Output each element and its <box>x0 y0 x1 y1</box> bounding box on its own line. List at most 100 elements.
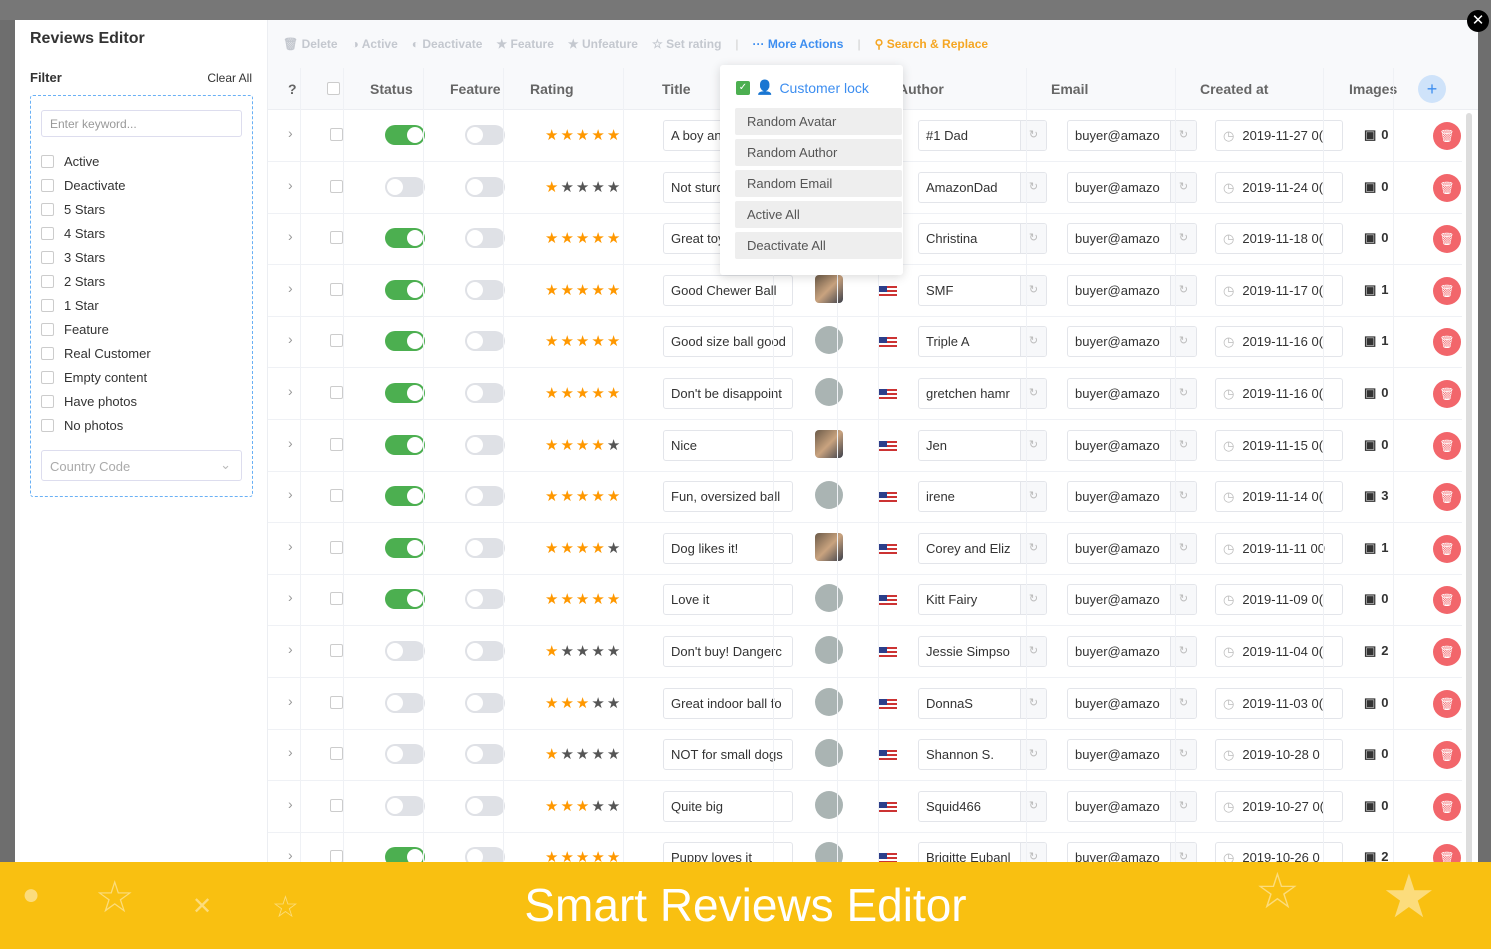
star-icon[interactable]: ★ <box>545 643 560 660</box>
rating-stars[interactable]: ★★★★★ <box>545 126 622 144</box>
refresh-icon[interactable]: ↻ <box>1020 430 1046 460</box>
checkbox-checked-icon[interactable]: ✓ <box>736 80 750 95</box>
avatar[interactable] <box>815 790 843 819</box>
checkbox[interactable] <box>41 275 54 288</box>
row-checkbox[interactable] <box>330 592 343 606</box>
expand-chevron-icon[interactable]: › <box>288 796 293 812</box>
star-icon[interactable]: ★ <box>607 127 622 144</box>
filter-option[interactable]: Active <box>41 154 99 169</box>
email-input[interactable]: buyer@amazo ↻ <box>1067 223 1197 255</box>
refresh-icon[interactable]: ↻ <box>1170 791 1196 821</box>
refresh-icon[interactable]: ↻ <box>1020 585 1046 615</box>
star-icon[interactable]: ★ <box>591 488 606 505</box>
set-rating-button[interactable]: ☆ Set rating <box>652 37 721 51</box>
checkbox[interactable] <box>41 347 54 360</box>
feature-toggle[interactable] <box>465 589 505 610</box>
clear-all-button[interactable]: Clear All <box>207 71 252 85</box>
scrollbar[interactable] <box>1466 113 1472 883</box>
delete-row-button[interactable]: 🗑 <box>1433 689 1461 718</box>
rating-stars[interactable]: ★★★★★ <box>545 384 622 402</box>
status-toggle[interactable] <box>385 692 425 713</box>
star-icon[interactable]: ★ <box>560 385 575 402</box>
feature-toggle[interactable] <box>465 537 505 558</box>
rating-stars[interactable]: ★★★★★ <box>545 745 622 763</box>
feature-toggle[interactable] <box>465 795 505 816</box>
author-input[interactable]: Jen ↻ <box>918 429 1047 461</box>
row-checkbox[interactable] <box>330 386 343 399</box>
refresh-icon[interactable]: ↻ <box>1170 585 1196 615</box>
star-icon[interactable]: ★ <box>576 437 591 454</box>
author-input[interactable]: #1 Dad ↻ <box>918 120 1047 151</box>
refresh-icon[interactable]: ↻ <box>1170 430 1196 460</box>
star-icon[interactable]: ★ <box>560 746 575 763</box>
email-input[interactable]: buyer@amazo ↻ <box>1067 636 1197 667</box>
rating-stars[interactable]: ★★★★★ <box>545 487 622 505</box>
star-icon[interactable]: ★ <box>545 695 560 712</box>
author-input[interactable]: Kitt Fairy ↻ <box>918 584 1047 616</box>
star-icon[interactable]: ★ <box>607 385 622 402</box>
star-icon[interactable]: ★ <box>560 643 575 660</box>
status-toggle[interactable] <box>385 589 425 610</box>
delete-row-button[interactable]: 🗑 <box>1433 534 1461 563</box>
delete-row-button[interactable]: 🗑 <box>1433 638 1461 666</box>
feature-button[interactable]: ★ Feature <box>496 37 553 51</box>
email-input[interactable]: buyer@amazo ↻ <box>1067 739 1197 771</box>
avatar[interactable] <box>815 584 843 613</box>
feature-toggle[interactable] <box>465 331 505 352</box>
star-icon[interactable]: ★ <box>545 488 560 505</box>
status-toggle[interactable] <box>385 795 425 816</box>
avatar[interactable] <box>815 532 843 561</box>
email-input[interactable]: buyer@amazo ↻ <box>1067 171 1197 203</box>
author-input[interactable]: gretchen hamr ↻ <box>918 378 1047 409</box>
checkbox[interactable] <box>41 203 54 216</box>
delete-row-button[interactable]: 🗑 <box>1433 173 1461 202</box>
star-icon[interactable]: ★ <box>545 798 560 815</box>
refresh-icon[interactable]: ↻ <box>1170 740 1196 770</box>
star-icon[interactable]: ★ <box>576 591 591 608</box>
email-input[interactable]: buyer@amazo ↻ <box>1067 481 1197 513</box>
status-toggle[interactable] <box>385 125 425 145</box>
country-code-select[interactable]: Country Code ⌄ <box>41 450 242 481</box>
status-toggle[interactable] <box>385 228 425 249</box>
star-icon[interactable]: ★ <box>576 230 591 247</box>
star-icon[interactable]: ★ <box>560 333 575 350</box>
star-icon[interactable]: ★ <box>545 540 560 557</box>
checkbox[interactable] <box>41 323 54 336</box>
refresh-icon[interactable]: ↻ <box>1020 637 1046 666</box>
rating-stars[interactable]: ★★★★★ <box>545 694 622 712</box>
row-checkbox[interactable] <box>330 798 343 812</box>
email-input[interactable]: buyer@amazo ↻ <box>1067 378 1197 409</box>
refresh-icon[interactable]: ↻ <box>1170 121 1196 150</box>
star-icon[interactable]: ★ <box>576 179 591 196</box>
row-checkbox[interactable] <box>330 179 343 193</box>
star-icon[interactable]: ★ <box>607 282 622 299</box>
expand-chevron-icon[interactable]: › <box>288 589 293 605</box>
status-toggle[interactable] <box>385 641 425 661</box>
author-input[interactable]: Triple A ↻ <box>918 326 1047 358</box>
checkbox[interactable] <box>41 179 54 192</box>
avatar[interactable] <box>815 378 843 406</box>
delete-row-button[interactable]: 🗑 <box>1433 792 1461 821</box>
close-icon[interactable]: ✕ <box>1467 10 1489 32</box>
expand-chevron-icon[interactable]: › <box>288 847 293 863</box>
row-checkbox[interactable] <box>330 334 343 348</box>
more-actions-item[interactable]: Active All <box>735 201 902 228</box>
star-icon[interactable]: ★ <box>560 591 575 608</box>
refresh-icon[interactable]: ↻ <box>1170 637 1196 666</box>
rating-stars[interactable]: ★★★★★ <box>545 539 622 557</box>
feature-toggle[interactable] <box>465 744 505 765</box>
unfeature-button[interactable]: ★ Unfeature <box>568 37 638 51</box>
star-icon[interactable]: ★ <box>560 282 575 299</box>
star-icon[interactable]: ★ <box>576 798 591 815</box>
author-input[interactable]: irene ↻ <box>918 481 1047 513</box>
expand-chevron-icon[interactable]: › <box>288 435 293 451</box>
refresh-icon[interactable]: ↻ <box>1170 327 1196 357</box>
star-icon[interactable]: ★ <box>607 643 622 660</box>
star-icon[interactable]: ★ <box>545 333 560 350</box>
row-checkbox[interactable] <box>330 282 343 296</box>
refresh-icon[interactable]: ↻ <box>1020 533 1046 563</box>
expand-chevron-icon[interactable]: › <box>288 383 293 399</box>
refresh-icon[interactable]: ↻ <box>1020 482 1046 512</box>
email-input[interactable]: buyer@amazo ↻ <box>1067 274 1197 306</box>
refresh-icon[interactable]: ↻ <box>1170 688 1196 718</box>
